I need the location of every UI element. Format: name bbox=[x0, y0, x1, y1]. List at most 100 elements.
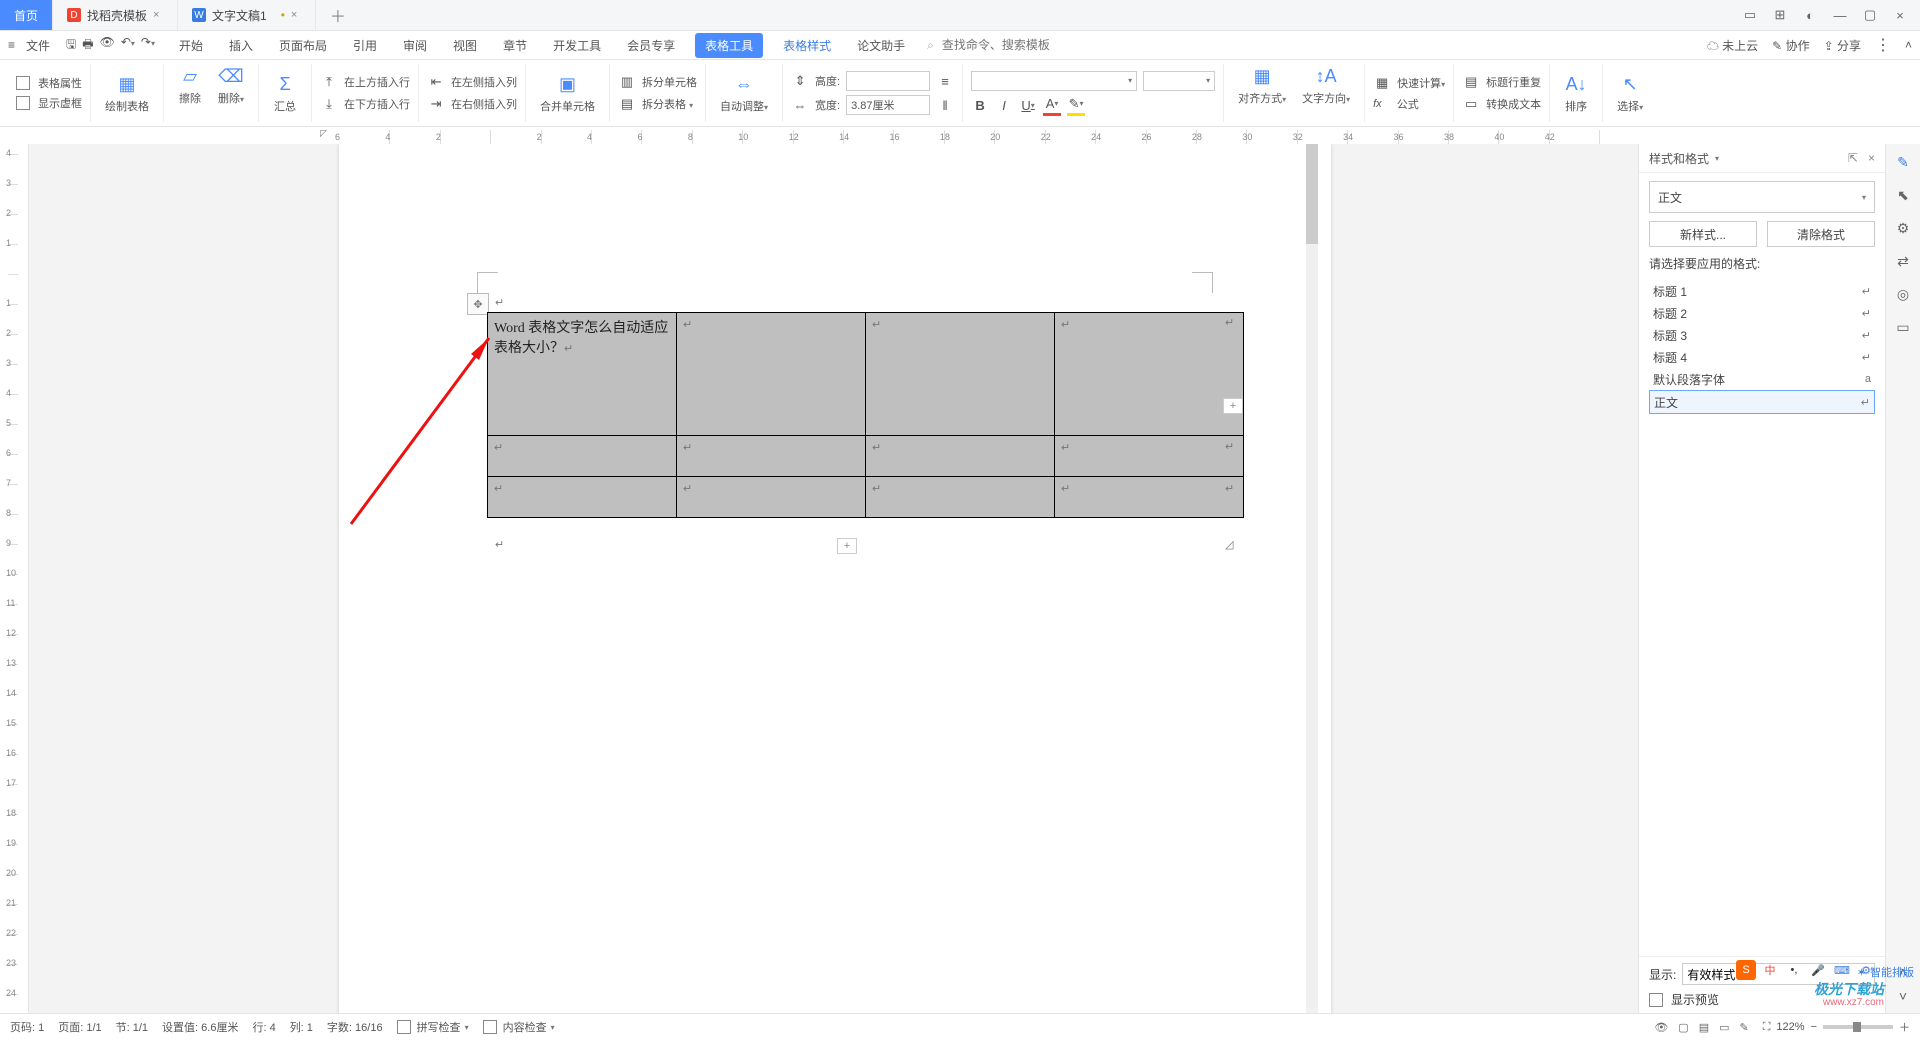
highlight-button[interactable]: ✎▾ bbox=[1067, 95, 1085, 116]
tab-view[interactable]: 视图 bbox=[447, 33, 483, 58]
resize-handle-icon[interactable]: ◿ bbox=[1225, 538, 1233, 551]
zoom-slider[interactable] bbox=[1823, 1025, 1893, 1029]
tab-reference[interactable]: 引用 bbox=[347, 33, 383, 58]
table-move-handle[interactable]: ✥ bbox=[467, 293, 489, 315]
style-item[interactable]: 标题 1↵ bbox=[1649, 280, 1875, 302]
font-size-select[interactable]: ▾ bbox=[1143, 71, 1215, 91]
table-cell[interactable]: ↵ bbox=[1055, 436, 1244, 477]
file-menu[interactable]: 文件 bbox=[26, 37, 50, 54]
add-row-button[interactable]: + bbox=[837, 538, 857, 554]
command-search[interactable]: ⌕ bbox=[927, 37, 1064, 53]
split-table[interactable]: 拆分表格 ▾ bbox=[642, 96, 693, 112]
auto-fit[interactable]: ⇔自动调整▾ bbox=[714, 72, 774, 114]
close-icon[interactable]: × bbox=[153, 9, 163, 21]
ime-punct-icon[interactable]: •, bbox=[1784, 960, 1804, 980]
sort[interactable]: A↓排序 bbox=[1558, 72, 1594, 114]
status-section[interactable]: 节: 1/1 bbox=[116, 1019, 148, 1035]
align[interactable]: ▦对齐方式▾ bbox=[1232, 64, 1292, 122]
scrollbar-thumb[interactable] bbox=[1306, 144, 1318, 244]
style-item[interactable]: 标题 3↵ bbox=[1649, 324, 1875, 346]
table-props[interactable]: 表格属性 bbox=[38, 75, 82, 91]
search-input[interactable] bbox=[940, 37, 1064, 53]
more-icon[interactable]: ⋮ bbox=[1875, 35, 1891, 55]
checkbox-icon[interactable] bbox=[1649, 993, 1663, 1007]
tab-pagelayout[interactable]: 页面布局 bbox=[273, 33, 333, 58]
to-text[interactable]: 转换成文本 bbox=[1486, 96, 1541, 112]
table-cell[interactable]: ↵ bbox=[866, 436, 1055, 477]
close-panel-icon[interactable]: × bbox=[1868, 151, 1875, 165]
insert-top[interactable]: 在上方插入行 bbox=[344, 74, 410, 90]
eye-icon[interactable]: 👁 bbox=[1654, 1021, 1668, 1034]
location-icon[interactable]: ◎ bbox=[1897, 286, 1909, 303]
ime-logo-icon[interactable]: S bbox=[1736, 960, 1756, 980]
table-cell[interactable]: ↵ bbox=[1055, 313, 1244, 436]
status-page-number[interactable]: 页码: 1 bbox=[10, 1019, 44, 1035]
tab-start[interactable]: 开始 bbox=[173, 33, 209, 58]
fit-icon[interactable]: ⛶ bbox=[1763, 1021, 1771, 1034]
italic-button[interactable]: I bbox=[995, 96, 1013, 114]
undo-icon[interactable]: ↶▾ bbox=[121, 35, 135, 56]
tab-templates[interactable]: D找稻壳模板× bbox=[53, 0, 178, 30]
vertical-ruler[interactable]: 43 21 12 34 56 78 910 1112 1314 1516 171… bbox=[0, 144, 29, 1014]
tab-tabletools[interactable]: 表格工具 bbox=[695, 33, 763, 58]
document-canvas[interactable]: ↵ ✥ Word 表格文字怎么自动适应表格大小？↵ ↵ ↵ ↵ ↵ ↵ ↵ ↵ … bbox=[29, 144, 1638, 1014]
width-input[interactable]: 3.87厘米 bbox=[846, 95, 930, 115]
new-style-button[interactable]: 新样式... bbox=[1649, 221, 1757, 247]
status-chars[interactable]: 字数: 16/16 bbox=[327, 1019, 383, 1035]
ime-lang-icon[interactable]: 中 bbox=[1760, 960, 1780, 980]
tab-vip[interactable]: 会员专享 bbox=[621, 33, 681, 58]
table-cell[interactable]: ↵ bbox=[677, 477, 866, 518]
style-item[interactable]: 默认段落字体a bbox=[1649, 368, 1875, 390]
show-dashed[interactable]: 显示虚框 bbox=[38, 95, 82, 111]
height-input[interactable] bbox=[846, 71, 930, 91]
tab-dev[interactable]: 开发工具 bbox=[547, 33, 607, 58]
tab-review[interactable]: 审阅 bbox=[397, 33, 433, 58]
collapse-ribbon-icon[interactable]: ˄ bbox=[1905, 38, 1912, 52]
maximize-icon[interactable]: ▢ bbox=[1862, 7, 1878, 23]
table-cell[interactable]: ↵ bbox=[866, 477, 1055, 518]
content-check-toggle[interactable]: 内容检查 ▾ bbox=[483, 1019, 555, 1035]
view-mode3-icon[interactable]: ▭ bbox=[1719, 1021, 1729, 1034]
text-direction[interactable]: ↕A文字方向▾ bbox=[1296, 64, 1356, 122]
style-item[interactable]: 标题 2↵ bbox=[1649, 302, 1875, 324]
highlighter-icon[interactable]: ✎ bbox=[1740, 1021, 1749, 1034]
bold-button[interactable]: B bbox=[971, 96, 989, 114]
reading-icon[interactable]: ▭ bbox=[1896, 319, 1909, 336]
sum[interactable]: Σ汇总 bbox=[267, 72, 303, 114]
pen-tool-icon[interactable]: ✎ bbox=[1897, 154, 1909, 171]
status-row[interactable]: 行: 4 bbox=[252, 1019, 275, 1035]
new-tab-button[interactable]: ＋ bbox=[316, 0, 360, 30]
close-window-icon[interactable]: × bbox=[1892, 8, 1908, 23]
tab-insert[interactable]: 插入 bbox=[223, 33, 259, 58]
underline-button[interactable]: U▾ bbox=[1019, 96, 1037, 114]
clear-format-button[interactable]: 清除格式 bbox=[1767, 221, 1875, 247]
save-icon[interactable]: 🖫 bbox=[66, 35, 76, 56]
erase[interactable]: ▱擦除 bbox=[172, 64, 208, 122]
tab-document[interactable]: W文字文稿1•× bbox=[178, 0, 316, 30]
status-position[interactable]: 设置值: 6.6厘米 bbox=[162, 1019, 238, 1035]
settings-icon[interactable]: ⚙ bbox=[1897, 220, 1910, 237]
table-cell[interactable]: ↵ bbox=[677, 436, 866, 477]
tab-tablestyle[interactable]: 表格样式 bbox=[777, 33, 837, 58]
delete[interactable]: ⌫删除▾ bbox=[212, 64, 250, 122]
split-cell[interactable]: 拆分单元格 bbox=[642, 74, 697, 90]
cursor-tool-icon[interactable]: ⬉ bbox=[1897, 187, 1909, 204]
close-icon[interactable]: × bbox=[291, 9, 301, 21]
apps-icon[interactable]: ⊞ bbox=[1772, 7, 1788, 23]
cloud-status[interactable]: ☁ 未上云 bbox=[1707, 37, 1758, 54]
table-cell[interactable]: ↵ bbox=[677, 313, 866, 436]
insert-bottom[interactable]: 在下方插入行 bbox=[344, 96, 410, 112]
checkbox-icon[interactable] bbox=[16, 76, 30, 90]
insert-right[interactable]: 在右侧插入列 bbox=[451, 96, 517, 112]
rail-down-icon[interactable]: ˅ bbox=[1899, 988, 1907, 1004]
style-item-selected[interactable]: 正文↵ bbox=[1649, 390, 1875, 414]
share-button[interactable]: ⇪ 分享 bbox=[1824, 37, 1861, 54]
pin-icon[interactable]: ⇱ bbox=[1848, 151, 1858, 165]
zoom-out-icon[interactable]: − bbox=[1811, 1021, 1817, 1033]
select[interactable]: ↖选择▾ bbox=[1611, 72, 1649, 114]
view-mode2-icon[interactable]: ▤ bbox=[1699, 1021, 1709, 1034]
layout-icon[interactable]: ▭ bbox=[1742, 7, 1758, 23]
distribute-cols-icon[interactable]: ‖ bbox=[936, 96, 954, 114]
title-repeat[interactable]: 标题行重复 bbox=[1486, 74, 1541, 90]
show-preview[interactable]: 显示预览 bbox=[1671, 991, 1719, 1008]
